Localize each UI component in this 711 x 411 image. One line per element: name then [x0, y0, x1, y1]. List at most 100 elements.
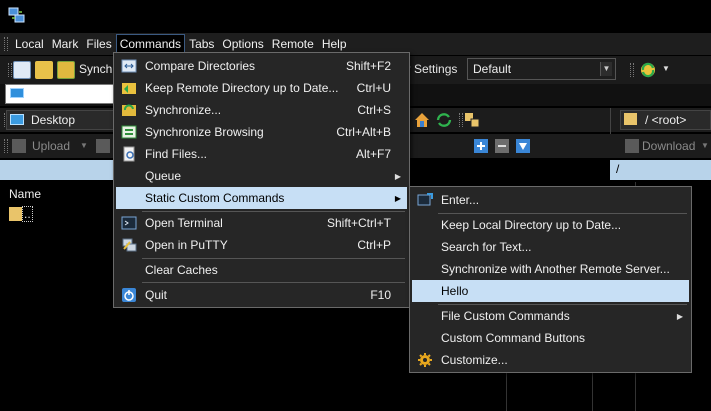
menu-item-label: Keep Remote Directory up to Date...: [145, 81, 339, 95]
menu-item-shortcut: F10: [370, 288, 391, 302]
submenu-custom-command-buttons[interactable]: Custom Command Buttons: [412, 327, 689, 349]
menu-item-shortcut: Shift+F2: [345, 59, 391, 73]
menu-open-in-putty[interactable]: Open in PuTTY Ctrl+P: [116, 234, 407, 256]
remote-current-dir: /: [610, 160, 711, 180]
transfer-settings-value: Default: [473, 62, 512, 76]
menu-item-label: Custom Command Buttons: [441, 331, 586, 345]
menu-synchronize[interactable]: Synchronize... Ctrl+S: [116, 99, 407, 121]
quit-icon: [122, 288, 136, 302]
chevron-down-icon[interactable]: ▼: [701, 137, 709, 155]
menu-item-label: Synchronize with Another Remote Server..…: [441, 262, 670, 276]
refresh-icon[interactable]: [435, 111, 453, 129]
menu-options[interactable]: Options: [218, 34, 267, 54]
enter-command-icon: [417, 193, 433, 206]
menu-keep-remote-up-to-date[interactable]: Keep Remote Directory up to Date... Ctrl…: [116, 77, 407, 99]
menu-mark[interactable]: Mark: [48, 34, 83, 54]
new-icon[interactable]: [473, 138, 489, 154]
action-grip[interactable]: [4, 139, 8, 153]
menu-separator: [142, 282, 405, 283]
menu-item-label: Quit: [145, 288, 168, 302]
find-files-icon: [123, 146, 135, 162]
download-button[interactable]: Download ▼: [625, 137, 711, 155]
filter-icon[interactable]: [515, 138, 531, 154]
menu-synchronize-browsing[interactable]: Synchronize Browsing Ctrl+Alt+B: [116, 121, 407, 143]
menu-tabs[interactable]: Tabs: [185, 34, 218, 54]
winscp-app-icon: [8, 7, 25, 23]
menu-item-label: Synchronize...: [145, 103, 222, 117]
chevron-down-icon[interactable]: ▼: [662, 64, 670, 73]
menu-item-shortcut: Ctrl+P: [357, 238, 391, 252]
menu-files[interactable]: Files: [82, 34, 115, 54]
synchronize-icon[interactable]: [57, 61, 75, 79]
menu-clear-caches[interactable]: Clear Caches: [116, 259, 407, 281]
menu-remote[interactable]: Remote: [268, 34, 318, 54]
menubar-grip[interactable]: [4, 37, 8, 51]
submenu-search-for-text[interactable]: Search for Text...: [412, 236, 689, 258]
commands-menu: Compare Directories Shift+F2 Keep Remote…: [113, 52, 410, 308]
synchronize-label[interactable]: Synch: [79, 62, 112, 76]
menu-item-shortcut: Ctrl+S: [357, 103, 391, 117]
menu-find-files[interactable]: Find Files... Alt+F7: [116, 143, 407, 165]
menu-help[interactable]: Help: [318, 34, 351, 54]
menu-local[interactable]: Local: [11, 34, 48, 54]
upload-icon: [12, 139, 26, 153]
desktop-icon: [10, 114, 24, 125]
chevron-down-icon[interactable]: ▼: [600, 62, 612, 76]
menu-open-terminal[interactable]: Open Terminal Shift+Ctrl+T: [116, 212, 407, 234]
submenu-synchronize-another-server[interactable]: Synchronize with Another Remote Server..…: [412, 258, 689, 280]
column-divider: [506, 372, 507, 411]
folder-icon: [624, 113, 637, 125]
submenu-file-custom-commands[interactable]: File Custom Commands ▶: [412, 305, 689, 327]
menu-compare-directories[interactable]: Compare Directories Shift+F2: [116, 55, 407, 77]
menu-queue[interactable]: Queue ▶: [116, 165, 407, 187]
submenu-arrow-icon: ▶: [394, 171, 401, 181]
chevron-down-icon[interactable]: ▼: [80, 137, 88, 155]
compare-directories-icon[interactable]: [13, 61, 31, 79]
submenu-enter[interactable]: Enter...: [412, 189, 689, 211]
download-icon: [625, 139, 639, 153]
title-bar: [0, 0, 711, 32]
parent-directory-row[interactable]: ..: [9, 206, 35, 223]
menu-item-label: Enter...: [441, 193, 480, 207]
menu-item-shortcut: Ctrl+Alt+B: [336, 125, 391, 139]
download-label: Download: [642, 139, 696, 153]
transfer-settings-select[interactable]: Default ▼: [467, 58, 616, 80]
menu-item-label: Open Terminal: [145, 216, 223, 230]
toolbar-grip-2[interactable]: [630, 63, 634, 77]
synchronize-browsing-icon: [121, 125, 137, 139]
menu-item-shortcut: Shift+Ctrl+T: [326, 216, 391, 230]
synchronize-icon: [122, 104, 136, 116]
column-header-name[interactable]: Name: [9, 187, 41, 201]
menu-item-label: Queue: [145, 169, 182, 183]
menu-item-label: Find Files...: [145, 147, 208, 161]
terminal-icon: [121, 216, 137, 230]
menu-item-label: Clear Caches: [145, 263, 218, 277]
menu-quit[interactable]: Quit F10: [116, 284, 407, 306]
menu-commands[interactable]: Commands: [115, 34, 186, 54]
home-icon[interactable]: [413, 111, 431, 129]
monitor-icon: [10, 88, 24, 98]
submenu-customize[interactable]: Customize...: [412, 349, 689, 371]
upload-button[interactable]: Upload ▼: [12, 137, 90, 155]
submenu-hello[interactable]: Hello: [412, 280, 689, 302]
menu-item-shortcut: Ctrl+U: [356, 81, 391, 95]
submenu-arrow-icon: ▶: [394, 193, 401, 203]
static-custom-commands-submenu: Enter... Keep Local Directory up to Date…: [409, 186, 692, 373]
remote-path-text: / <root>: [645, 113, 687, 127]
edit-icon[interactable]: [96, 139, 110, 153]
menu-item-label: Open in PuTTY: [145, 238, 228, 252]
gear-icon: [418, 353, 432, 367]
parent-folder-icon: [9, 207, 22, 221]
local-path-text: Desktop: [31, 113, 76, 127]
parent-directory-label: ..: [22, 206, 33, 222]
menu-item-label: Search for Text...: [441, 240, 532, 254]
minus-icon[interactable]: [494, 138, 510, 154]
keep-up-to-date-icon[interactable]: [35, 61, 53, 79]
refresh-sync-icon[interactable]: [638, 60, 658, 80]
menu-item-shortcut: Alt+F7: [355, 147, 391, 161]
filter-files-icon[interactable]: [463, 111, 481, 129]
upload-label: Upload: [32, 139, 71, 153]
toolbar-grip[interactable]: [8, 63, 12, 77]
submenu-keep-local-up-to-date[interactable]: Keep Local Directory up to Date...: [412, 214, 689, 236]
menu-static-custom-commands[interactable]: Static Custom Commands ▶: [116, 187, 407, 209]
